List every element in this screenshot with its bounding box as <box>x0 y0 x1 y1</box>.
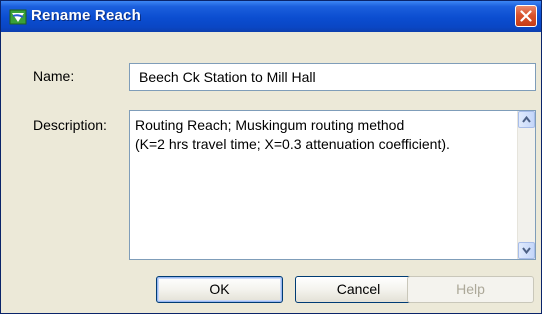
close-icon <box>520 10 532 22</box>
chevron-up-icon <box>522 116 531 123</box>
description-field[interactable]: Routing Reach; Muskingum routing method … <box>129 110 536 260</box>
chevron-down-icon <box>522 247 531 254</box>
dialog-title: Rename Reach <box>31 7 141 24</box>
scroll-down-button[interactable] <box>518 242 535 259</box>
close-button[interactable] <box>515 5 537 27</box>
rename-reach-dialog: Rename Reach Name: Beech Ck Station to M… <box>0 0 542 314</box>
title-bar[interactable]: Rename Reach <box>1 1 541 32</box>
name-field[interactable]: Beech Ck Station to Mill Hall <box>129 63 536 91</box>
reach-icon <box>9 8 27 26</box>
description-text[interactable]: Routing Reach; Muskingum routing method … <box>135 116 511 154</box>
name-label: Name: <box>33 68 75 84</box>
cancel-button[interactable]: Cancel <box>295 276 422 303</box>
ok-button[interactable]: OK <box>156 276 283 303</box>
help-button[interactable]: Help <box>407 276 534 303</box>
description-label: Description: <box>33 117 107 133</box>
vertical-scrollbar[interactable] <box>517 111 535 259</box>
scroll-up-button[interactable] <box>518 111 535 128</box>
